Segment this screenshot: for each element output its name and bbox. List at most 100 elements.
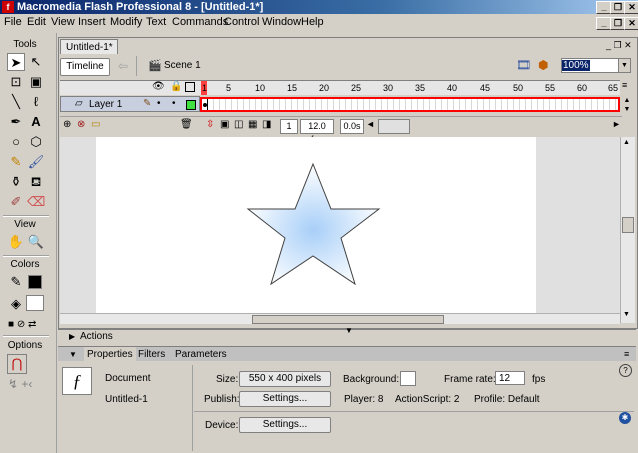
doc-close-button[interactable]: ✕ xyxy=(624,17,638,30)
frames-row[interactable] xyxy=(200,97,620,112)
brush-tool-icon[interactable]: 🖌 xyxy=(27,153,45,171)
stroke-color-icon[interactable]: ✎ xyxy=(7,273,25,291)
add-motion-guide-icon[interactable]: ⊗ xyxy=(77,119,85,130)
menu-commands[interactable]: Commands xyxy=(172,16,228,28)
star-shape[interactable] xyxy=(96,137,536,313)
zoom-select[interactable]: 100% ▼ xyxy=(561,58,631,73)
timeline-ruler[interactable]: 1 5 10 15 20 25 30 35 40 45 50 55 60 65 xyxy=(200,80,620,95)
scene-label[interactable]: Scene 1 xyxy=(164,60,201,71)
pencil-tool-icon[interactable]: ✎ xyxy=(7,153,25,171)
collapse-arrow-icon[interactable]: ▼ xyxy=(69,347,77,362)
paint-bucket-tool-icon[interactable]: ⛾ xyxy=(27,173,45,191)
zoom-tool-icon[interactable]: 🔍 xyxy=(27,233,45,251)
stroke-color-swatch[interactable] xyxy=(28,275,42,289)
close-button[interactable]: ✕ xyxy=(624,1,638,14)
scroll-up-icon[interactable]: ▲ xyxy=(623,139,630,146)
document-type-icon: ƒ xyxy=(62,367,92,395)
fill-color-icon[interactable]: ◈ xyxy=(7,295,25,313)
stage-hscroll[interactable] xyxy=(60,313,620,324)
expand-arrow-icon[interactable]: ▶ xyxy=(69,330,75,344)
fill-transform-tool-icon[interactable]: ▣ xyxy=(27,73,45,91)
menu-text[interactable]: Text xyxy=(146,16,166,28)
fill-color-swatch[interactable] xyxy=(26,295,44,311)
layer-visible-dot[interactable]: • xyxy=(157,98,161,109)
eraser-tool-icon[interactable]: ⌫ xyxy=(27,193,45,211)
line-tool-icon[interactable]: ╲ xyxy=(7,93,25,111)
text-tool-icon[interactable]: A xyxy=(27,113,45,131)
collapse-handle-icon[interactable]: ▼ xyxy=(345,324,353,338)
edit-symbols-icon[interactable]: ⬢ xyxy=(538,58,548,72)
subselection-tool-icon[interactable]: ↖ xyxy=(27,53,45,71)
menu-file[interactable]: File xyxy=(4,16,22,28)
oval-tool-icon[interactable]: ○ xyxy=(7,133,25,151)
stage-hscroll-thumb[interactable] xyxy=(252,315,444,324)
menu-control[interactable]: Control xyxy=(224,16,259,28)
selection-tool-icon[interactable]: ➤ xyxy=(7,53,25,71)
flash-app-icon[interactable]: f xyxy=(2,1,14,13)
eye-icon[interactable]: 👁 xyxy=(152,81,165,92)
smooth-straighten-icon[interactable]: ↯ +‹ xyxy=(8,377,32,391)
outline-icon[interactable] xyxy=(185,82,195,92)
layer-name[interactable]: Layer 1 xyxy=(89,99,122,110)
actions-label[interactable]: Actions xyxy=(80,330,113,344)
panel-divider xyxy=(192,365,193,451)
document-tab[interactable]: Untitled-1* xyxy=(60,39,118,54)
scroll-left-icon[interactable]: ◄ xyxy=(366,119,375,129)
insert-folder-icon[interactable]: ▭ xyxy=(91,119,100,130)
lock-icon[interactable]: 🔒 xyxy=(170,81,182,92)
accessibility-icon[interactable]: ✱ xyxy=(619,412,631,424)
hand-tool-icon[interactable]: ✋ xyxy=(7,233,25,251)
menu-help[interactable]: Help xyxy=(301,16,324,28)
ruler-number: 30 xyxy=(383,83,394,93)
ink-bottle-tool-icon[interactable]: ⚱ xyxy=(7,173,25,191)
publish-settings-button[interactable]: Settings... xyxy=(239,391,331,407)
modify-markers-icon[interactable]: ◨ xyxy=(262,119,271,130)
background-color-swatch[interactable] xyxy=(400,371,416,386)
back-arrow-icon[interactable]: ⇦ xyxy=(118,59,128,73)
free-transform-tool-icon[interactable]: ⊡ xyxy=(7,73,25,91)
delete-layer-icon[interactable]: 🗑 xyxy=(180,119,193,130)
panel-menu-icon[interactable]: ≡ xyxy=(624,347,629,362)
ruler-number: 5 xyxy=(226,83,232,93)
menu-edit[interactable]: Edit xyxy=(27,16,46,28)
pen-tool-icon[interactable]: ✒ xyxy=(7,113,25,131)
actions-panel-header[interactable]: ▶ Actions ▼ xyxy=(58,326,636,344)
layer-lock-dot[interactable]: • xyxy=(172,98,176,109)
timeline-vscroll[interactable]: ▲ ▼ xyxy=(621,96,633,114)
menu-modify[interactable]: Modify xyxy=(110,16,142,28)
center-frame-icon[interactable]: ⇳ xyxy=(206,119,214,130)
polystar-tool-icon[interactable]: ⬡ xyxy=(27,133,45,151)
stage-vscroll-thumb[interactable] xyxy=(622,217,634,233)
size-button[interactable]: 550 x 400 pixels xyxy=(239,371,331,387)
timeline-hscroll-thumb[interactable] xyxy=(378,119,410,134)
stage[interactable] xyxy=(96,137,536,313)
menu-window[interactable]: Window xyxy=(262,16,301,28)
device-settings-button[interactable]: Settings... xyxy=(239,417,331,433)
insert-layer-icon[interactable]: ⊕ xyxy=(63,119,71,130)
timeline-toggle-button[interactable]: Timeline xyxy=(60,58,110,76)
onion-outlines-icon[interactable]: ◫ xyxy=(234,119,243,130)
scroll-right-icon[interactable]: ► xyxy=(612,119,621,129)
timeline-menu-icon[interactable]: ≡ xyxy=(622,80,627,90)
stage-vscroll[interactable]: ▲ ▼ xyxy=(620,137,635,323)
snap-magnet-icon[interactable]: ⋂ xyxy=(7,354,27,374)
menu-view[interactable]: View xyxy=(51,16,75,28)
swap-colors-icon[interactable]: ■ ⊘ ⇄ xyxy=(8,319,36,330)
edit-multiple-frames-icon[interactable]: ▦ xyxy=(248,119,257,130)
edit-scene-icon[interactable]: 🎞 xyxy=(516,58,531,72)
scroll-down-icon[interactable]: ▼ xyxy=(623,311,630,318)
frame-rate-field[interactable]: 12.0 fps xyxy=(300,119,334,144)
tab-properties[interactable]: Properties xyxy=(84,347,136,362)
tab-filters[interactable]: Filters xyxy=(138,347,165,362)
doc-window-controls[interactable]: _ ❐ ✕ xyxy=(606,40,632,51)
menu-insert[interactable]: Insert xyxy=(78,16,106,28)
chevron-down-icon[interactable]: ▼ xyxy=(618,59,630,72)
tab-parameters[interactable]: Parameters xyxy=(175,347,227,362)
lasso-tool-icon[interactable]: ℓ xyxy=(27,93,45,111)
eyedropper-tool-icon[interactable]: ✐ xyxy=(7,193,25,211)
layer-row[interactable]: ▱ Layer 1 ✎ • • xyxy=(60,96,200,112)
layer-outline-swatch[interactable] xyxy=(186,100,196,110)
frame-rate-input[interactable]: 12 xyxy=(495,371,525,385)
help-icon[interactable]: ? xyxy=(619,364,632,377)
onion-skin-icon[interactable]: ▣ xyxy=(220,119,229,130)
